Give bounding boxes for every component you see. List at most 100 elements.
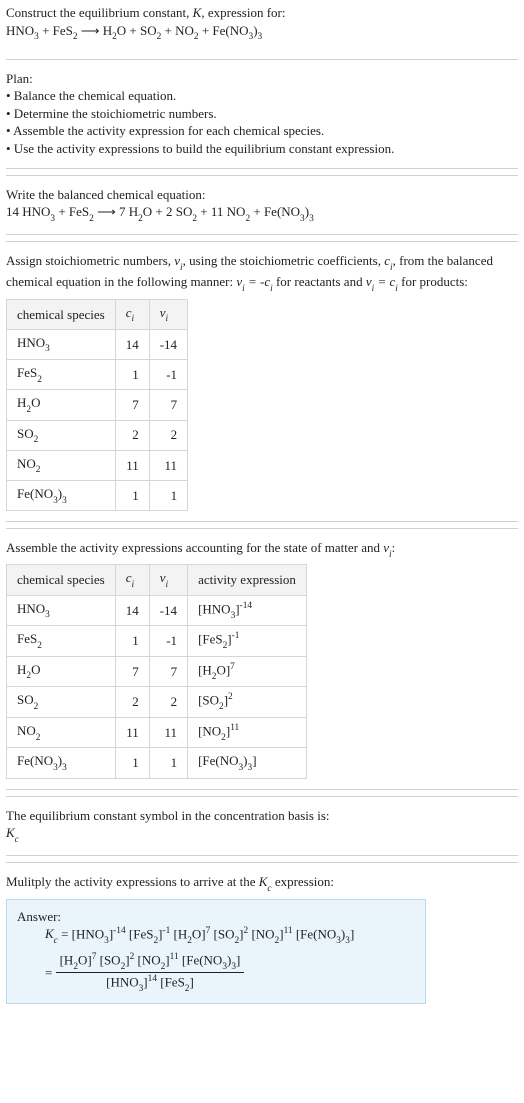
species-cell: H2O	[7, 390, 116, 420]
nu-eq-neg: νi = -ci	[236, 274, 272, 289]
table-row: H2O77[H2O]7	[7, 656, 307, 687]
col-species: chemical species	[7, 299, 116, 329]
v-cell: 2	[149, 687, 187, 718]
prompt-section: Construct the equilibrium constant, K, e…	[6, 4, 518, 53]
plan-b4: • Use the activity expressions to build …	[6, 140, 518, 158]
c-cell: 14	[115, 595, 149, 626]
v-cell: -14	[149, 595, 187, 626]
fraction-numer: [H2O]7 [SO2]2 [NO2]11 [Fe(NO3)3]	[56, 951, 245, 974]
v-cell: -1	[149, 360, 187, 390]
activity-intro: Assemble the activity expressions accoun…	[6, 539, 518, 560]
c-cell: 2	[115, 687, 149, 718]
table-row: H2O77	[7, 390, 188, 420]
col-nu: νi	[149, 299, 187, 329]
table-header-row: chemical species ci νi	[7, 299, 188, 329]
title-b: , expression for:	[201, 5, 285, 20]
species-cell: FeS2	[7, 626, 116, 657]
fraction-denom: [HNO3]14 [FeS2]	[56, 973, 245, 995]
stoich-section: Assign stoichiometric numbers, νi, using…	[6, 241, 518, 522]
species-cell: H2O	[7, 656, 116, 687]
act-b: :	[392, 540, 396, 555]
c-cell: 14	[115, 329, 149, 359]
col-species: chemical species	[7, 565, 116, 595]
c-cell: 7	[115, 656, 149, 687]
species-cell: NO2	[7, 450, 116, 480]
stoich-e: for products:	[398, 274, 468, 289]
mult-b: expression:	[272, 874, 334, 889]
col-c: ci	[115, 299, 149, 329]
ae-cell: [FeS2]-1	[188, 626, 307, 657]
table-row: FeS21-1[FeS2]-1	[7, 626, 307, 657]
col-nu: νi	[149, 565, 187, 595]
plan-section: Plan: • Balance the chemical equation. •…	[6, 59, 518, 169]
v-cell: 2	[149, 420, 187, 450]
table-row: FeS21-1	[7, 360, 188, 390]
c-cell: 2	[115, 420, 149, 450]
v-cell: 7	[149, 390, 187, 420]
c-cell: 7	[115, 390, 149, 420]
table-header-row: chemical species ci νi activity expressi…	[7, 565, 307, 595]
species-cell: HNO3	[7, 595, 116, 626]
species-cell: SO2	[7, 420, 116, 450]
c-cell: 11	[115, 450, 149, 480]
species-cell: SO2	[7, 687, 116, 718]
answer-box: Answer: Kc = [HNO3]-14 [FeS2]-1 [H2O]7 […	[6, 899, 426, 1004]
col-c: ci	[115, 565, 149, 595]
prompt-title: Construct the equilibrium constant, K, e…	[6, 4, 518, 22]
v-cell: 11	[149, 717, 187, 748]
table-row: NO21111[NO2]11	[7, 717, 307, 748]
species-cell: Fe(NO3)3	[7, 481, 116, 511]
species-cell: NO2	[7, 717, 116, 748]
stoich-a: Assign stoichiometric numbers,	[6, 253, 174, 268]
stoich-table: chemical species ci νi HNO314-14 FeS21-1…	[6, 299, 188, 512]
title-a: Construct the equilibrium constant,	[6, 5, 193, 20]
ksym-line: The equilibrium constant symbol in the c…	[6, 807, 518, 825]
ksymbol-section: The equilibrium constant symbol in the c…	[6, 796, 518, 857]
species-cell: HNO3	[7, 329, 116, 359]
answer-label: Answer:	[17, 908, 415, 926]
table-row: HNO314-14[HNO3]-14	[7, 595, 307, 626]
nu-eq-pos: νi = ci	[366, 274, 398, 289]
c-cell: 1	[115, 481, 149, 511]
table-row: SO222	[7, 420, 188, 450]
species-cell: Fe(NO3)3	[7, 748, 116, 778]
balanced-equation: 14 HNO3 + FeS2 ⟶ 7 H2O + 2 SO2 + 11 NO2 …	[6, 203, 518, 224]
v-cell: -14	[149, 329, 187, 359]
v-cell: -1	[149, 626, 187, 657]
plan-b3: • Assemble the activity expression for e…	[6, 122, 518, 140]
ae-cell: [H2O]7	[188, 656, 307, 687]
table-row: NO21111	[7, 450, 188, 480]
ae-cell: [Fe(NO3)3]	[188, 748, 307, 778]
balanced-head: Write the balanced chemical equation:	[6, 186, 518, 204]
v-cell: 1	[149, 481, 187, 511]
plan-b1: • Balance the chemical equation.	[6, 87, 518, 105]
kc-symbol: Kc	[6, 824, 518, 845]
kc-sym2: Kc	[259, 874, 272, 889]
ae-cell: [SO2]2	[188, 687, 307, 718]
table-row: Fe(NO3)311[Fe(NO3)3]	[7, 748, 307, 778]
plan-head: Plan:	[6, 70, 518, 88]
species-cell: FeS2	[7, 360, 116, 390]
nu-i: νi	[174, 253, 182, 268]
ae-cell: [NO2]11	[188, 717, 307, 748]
answer-eq2: = [H2O]7 [SO2]2 [NO2]11 [Fe(NO3)3] [HNO3…	[17, 951, 415, 995]
unbalanced-equation: HNO3 + FeS2 ⟶ H2O + SO2 + NO2 + Fe(NO3)3	[6, 22, 518, 43]
activity-table: chemical species ci νi activity expressi…	[6, 564, 307, 778]
col-activity: activity expression	[188, 565, 307, 595]
plan-b2: • Determine the stoichiometric numbers.	[6, 105, 518, 123]
c-cell: 1	[115, 360, 149, 390]
ae-cell: [HNO3]-14	[188, 595, 307, 626]
v-cell: 11	[149, 450, 187, 480]
c-cell: 1	[115, 626, 149, 657]
answer-eq1: Kc = [HNO3]-14 [FeS2]-1 [H2O]7 [SO2]2 [N…	[17, 925, 415, 947]
multiply-line: Mulitply the activity expressions to arr…	[6, 873, 518, 894]
stoich-d: for reactants and	[273, 274, 366, 289]
c-i: ci	[384, 253, 392, 268]
stoich-intro: Assign stoichiometric numbers, νi, using…	[6, 252, 518, 294]
balanced-section: Write the balanced chemical equation: 14…	[6, 175, 518, 236]
mult-a: Mulitply the activity expressions to arr…	[6, 874, 259, 889]
table-row: Fe(NO3)311	[7, 481, 188, 511]
act-a: Assemble the activity expressions accoun…	[6, 540, 383, 555]
c-cell: 1	[115, 748, 149, 778]
multiply-section: Mulitply the activity expressions to arr…	[6, 862, 518, 1013]
